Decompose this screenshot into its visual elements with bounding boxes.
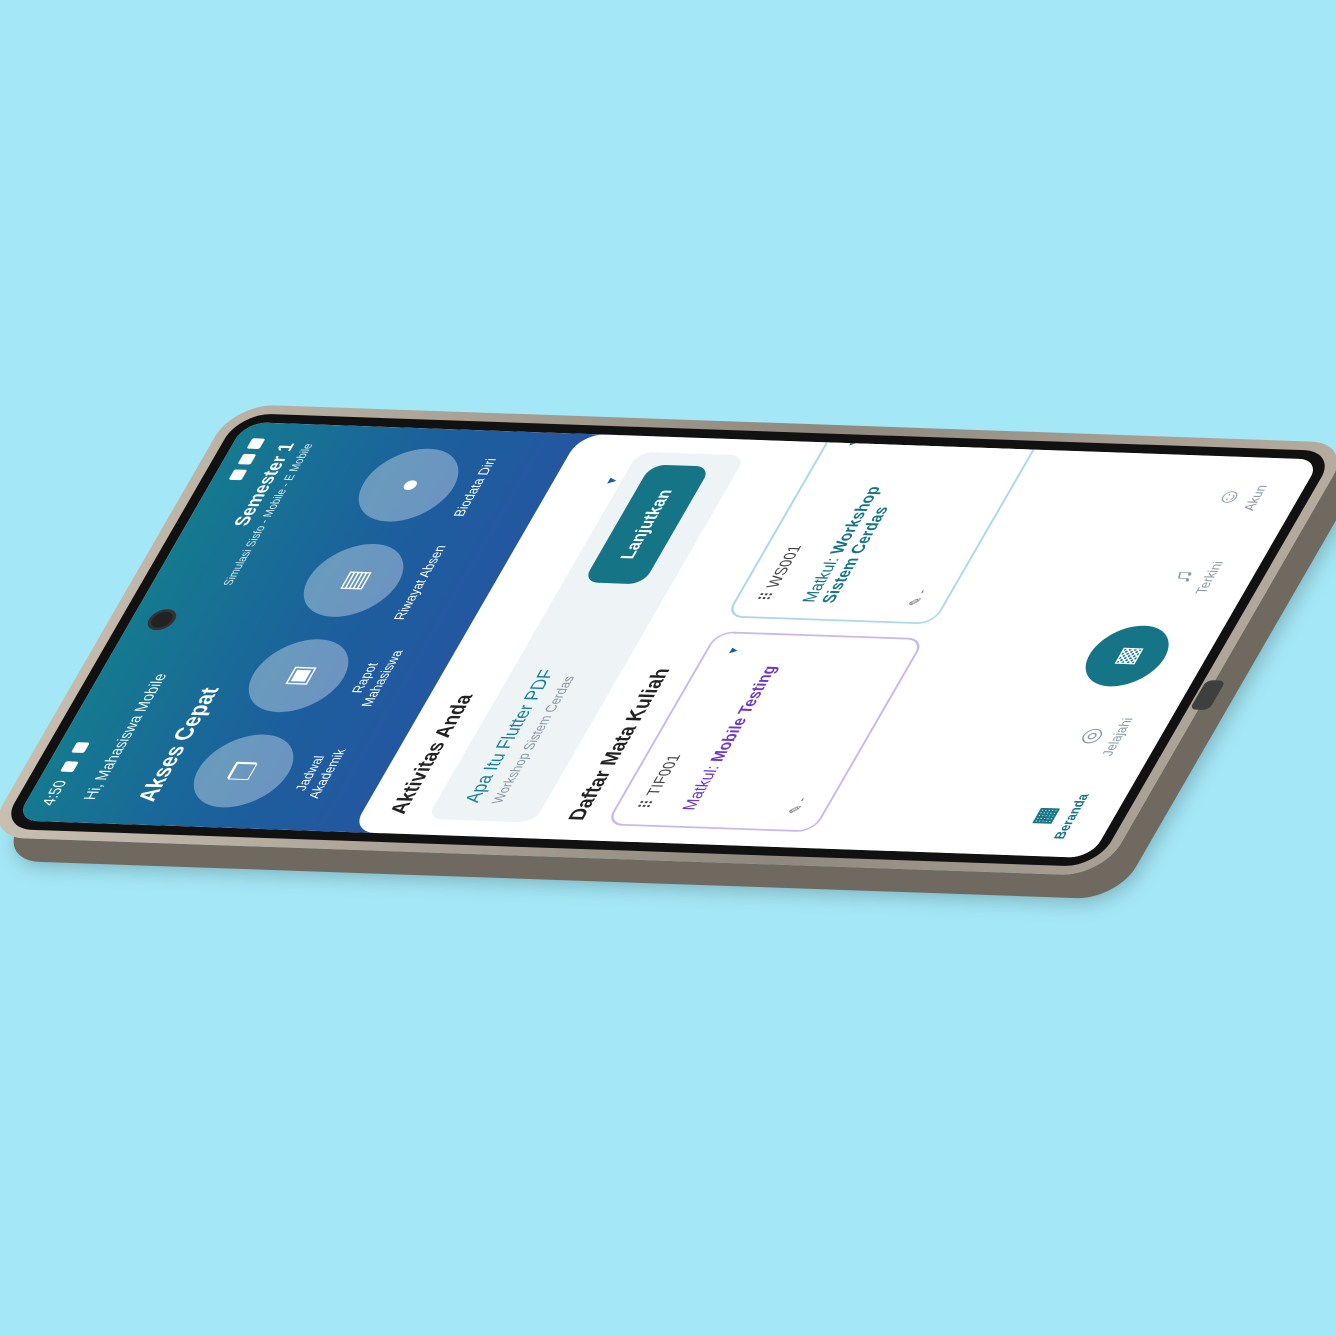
- course-card[interactable]: ⠿ TIF001 Matkul: Mobile Testing ✎ - ▼: [605, 631, 926, 833]
- qr-code-icon: ▩: [1106, 645, 1148, 667]
- nav-beranda[interactable]: ▦ Beranda: [1013, 785, 1096, 847]
- course-name: Matkul: Mobile Testing: [680, 649, 792, 811]
- phone-screen: 4:50 Hi, Mahasiswa Mobile Semester 1 Sim…: [15, 422, 1321, 858]
- course-footer: ✎ -: [904, 589, 931, 607]
- quick-item-rapot[interactable]: ▣ Rapot Mahasiswa: [228, 631, 416, 722]
- course-footer-text: -: [792, 797, 811, 802]
- wifi-icon: [228, 469, 248, 481]
- course-card[interactable]: ⠿ WS001 Matkul: Workshop Sistem Cerdas ✎…: [725, 423, 1046, 625]
- course-title: Mobile Testing: [707, 665, 782, 763]
- course-code: ⠿ WS001: [755, 544, 806, 602]
- nav-jelajahi[interactable]: ◎ Jelajahi: [1059, 705, 1142, 767]
- course-name: Matkul: Workshop Sistem Cerdas: [800, 441, 932, 603]
- course-code-text: WS001: [763, 544, 806, 589]
- chevron-down-icon[interactable]: ▼: [725, 646, 743, 656]
- quick-item-absen[interactable]: ▤ Riwayat Absen: [283, 536, 471, 627]
- chevron-down-icon[interactable]: ▼: [601, 475, 622, 486]
- nav-terkini[interactable]: ♫ Terkini: [1151, 546, 1234, 608]
- course-title: Workshop Sistem Cerdas: [818, 486, 893, 604]
- course-code-text: TIF001: [643, 754, 686, 797]
- quick-item-label: Rapot Mahasiswa: [347, 650, 407, 708]
- course-footer-text: -: [912, 589, 931, 594]
- nav-akun[interactable]: ☺ Akun: [1197, 466, 1280, 528]
- status-time: 4:50: [37, 780, 71, 806]
- course-prefix: Matkul:: [679, 765, 724, 811]
- quick-item-jadwal[interactable]: ❐ Jadwal Akademik: [173, 726, 361, 817]
- quick-item-label: Jadwal Akademik: [291, 748, 350, 799]
- sim-icon: [71, 741, 90, 753]
- quick-item-biodata[interactable]: ● Biodata Diri: [338, 440, 526, 531]
- signal-icon: [237, 453, 257, 465]
- phone-device: 4:50 Hi, Mahasiswa Mobile Semester 1 Sim…: [0, 403, 1336, 877]
- settings-icon: [60, 761, 79, 772]
- course-code: ⠿ TIF001: [635, 754, 686, 810]
- battery-icon: [246, 438, 266, 450]
- course-footer: ✎ -: [784, 797, 811, 815]
